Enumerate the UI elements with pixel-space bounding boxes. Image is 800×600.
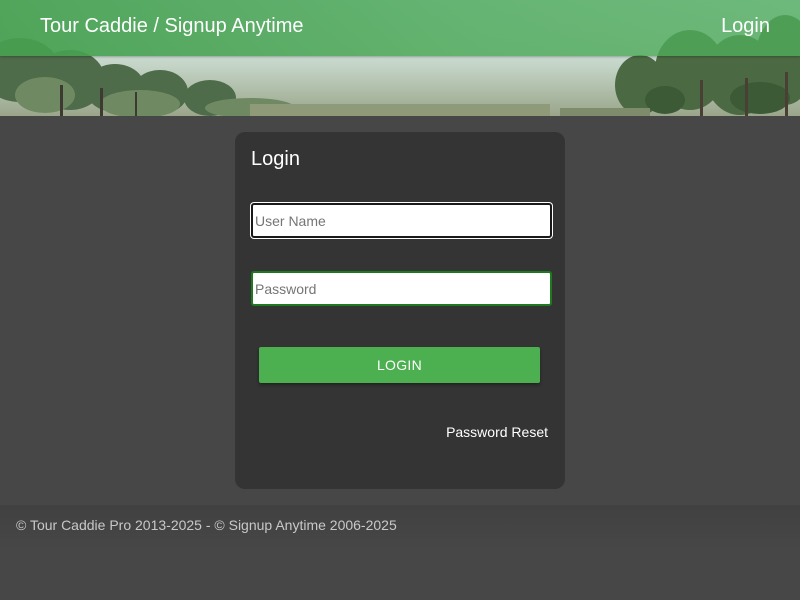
username-input[interactable] (251, 203, 552, 238)
password-input[interactable] (251, 271, 552, 306)
password-reset-link[interactable]: Password Reset (446, 424, 548, 440)
copyright-text: © Tour Caddie Pro 2013-2025 - © Signup A… (16, 517, 397, 533)
nav-login-link[interactable]: Login (721, 15, 770, 38)
footer: © Tour Caddie Pro 2013-2025 - © Signup A… (0, 505, 800, 547)
top-navbar: Tour Caddie / Signup Anytime Login (0, 0, 800, 56)
login-card: Login LOGIN Password Reset (235, 132, 565, 489)
brand-link[interactable]: Tour Caddie / Signup Anytime (40, 15, 304, 38)
login-button[interactable]: LOGIN (259, 347, 540, 383)
login-title: Login (251, 148, 300, 170)
